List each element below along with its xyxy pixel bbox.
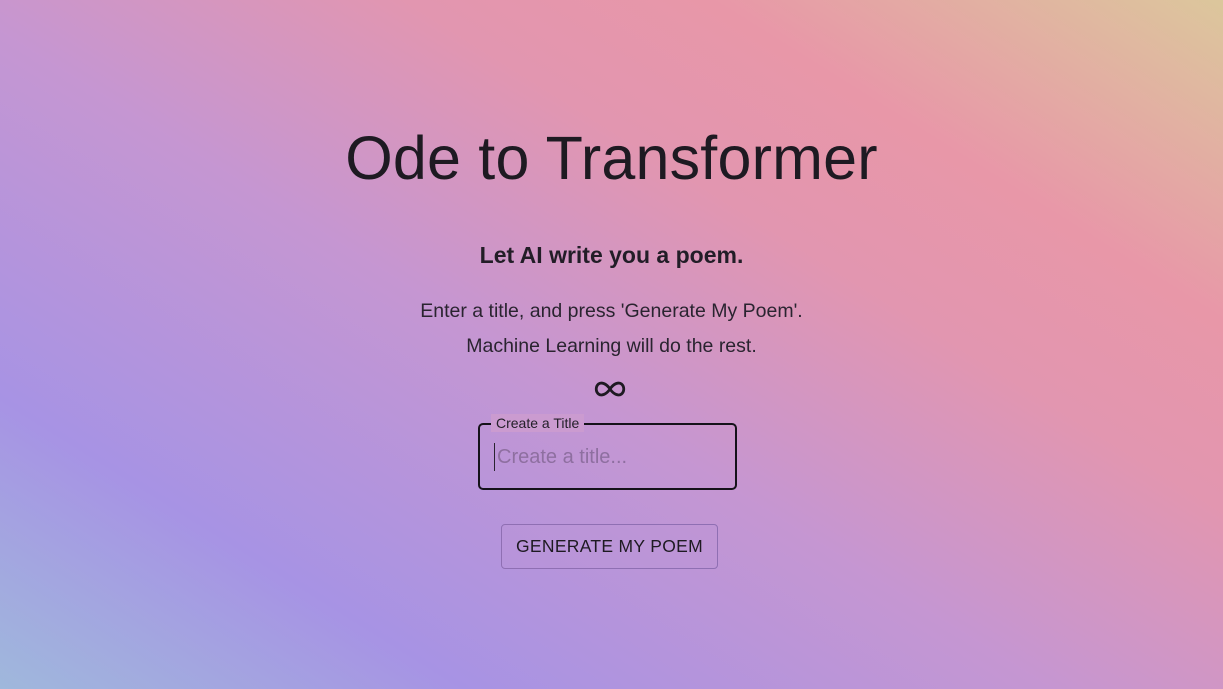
page: Ode to Transformer Let AI write you a po…	[0, 0, 1223, 689]
generate-poem-button[interactable]: GENERATE MY POEM	[501, 524, 718, 569]
title-field: Create a Title	[478, 414, 737, 490]
instructions-line-1: Enter a title, and press 'Generate My Po…	[420, 300, 803, 322]
title-input[interactable]	[494, 443, 722, 471]
title-field-label: Create a Title	[491, 414, 585, 432]
infinity-icon	[594, 381, 626, 397]
instructions-line-2: Machine Learning will do the rest.	[466, 335, 757, 357]
page-title: Ode to Transformer	[345, 124, 878, 192]
page-subtitle: Let AI write you a poem.	[479, 242, 744, 268]
